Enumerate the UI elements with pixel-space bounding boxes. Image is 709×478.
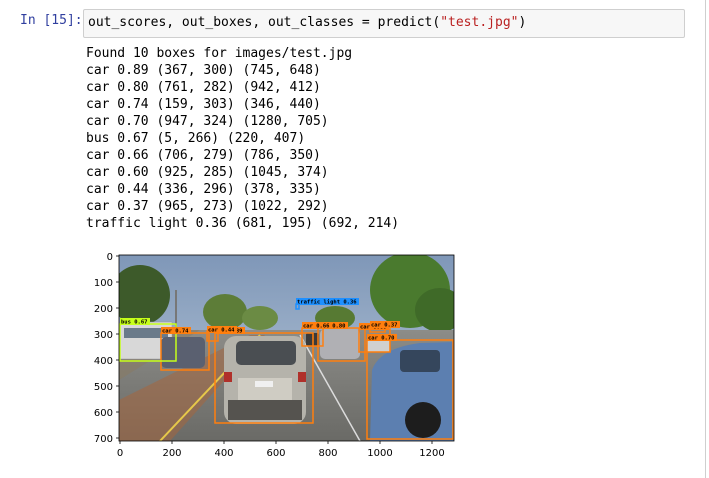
box-label: car 0.44 [208, 328, 235, 334]
x-tick-label: 0 [117, 448, 123, 459]
y-tick-label: 0 [107, 252, 113, 263]
box-label: car 0.37 [371, 323, 398, 329]
x-tick-label: 400 [214, 448, 233, 459]
box-label: car 0.70 [368, 336, 395, 342]
x-tick-label: 200 [162, 448, 181, 459]
y-tick-label: 600 [94, 408, 113, 419]
y-tick-label: 300 [94, 330, 113, 341]
y-axis: 0 100 200 300 400 500 600 700 [94, 252, 119, 445]
x-tick-label: 1200 [419, 448, 444, 459]
y-tick-label: 400 [94, 356, 113, 367]
x-tick-label: 800 [318, 448, 337, 459]
y-tick-label: 200 [94, 304, 113, 315]
box-label: car 0.74 [162, 329, 189, 335]
street-photo [119, 255, 454, 441]
x-tick-label: 600 [266, 448, 285, 459]
detection-plot: car 0.89 car 0.80 car 0.74 car 0.70 bus … [94, 252, 455, 459]
y-tick-label: 500 [94, 382, 113, 393]
x-tick-label: 1000 [367, 448, 392, 459]
box-label: bus 0.67 [121, 320, 148, 326]
box-label: car 0.66 [303, 324, 330, 330]
box-label: traffic light 0.36 [297, 300, 357, 306]
y-tick-label: 100 [94, 278, 113, 289]
x-axis: 0 200 400 600 800 1000 1200 [117, 441, 445, 459]
y-tick-label: 700 [94, 434, 113, 445]
